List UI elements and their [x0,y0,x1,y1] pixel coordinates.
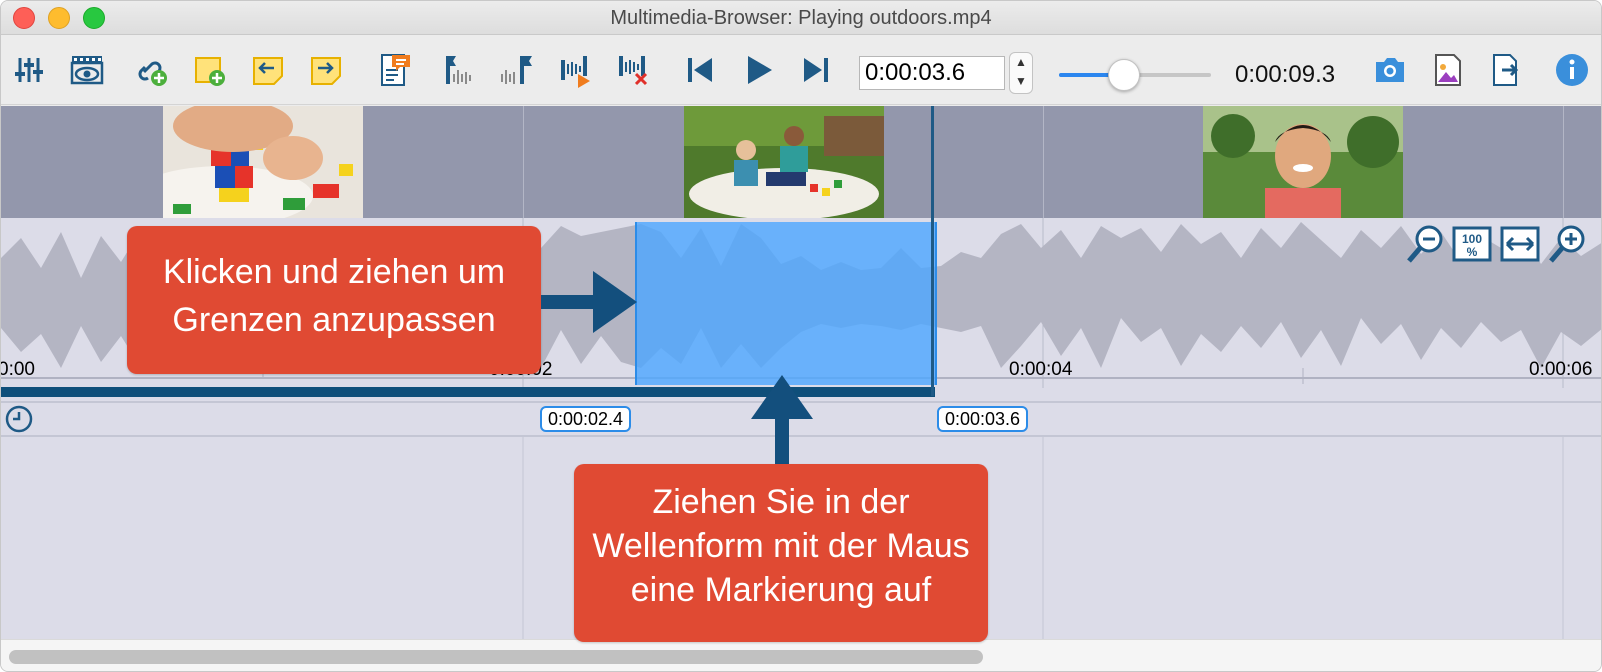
note-left-icon[interactable] [249,51,287,89]
horizontal-scrollbar[interactable] [1,639,1601,671]
add-link-icon[interactable] [133,51,171,89]
arrow-right-icon [541,271,637,333]
duration-label: 0:00:09.3 [1235,61,1336,88]
video-thumbnail [684,106,884,218]
camera-icon[interactable] [1371,51,1409,89]
arrow-up-icon [751,375,813,465]
volume-slider-thumb[interactable] [1108,59,1141,91]
video-thumbnail [163,106,363,218]
volume-slider[interactable] [1059,59,1211,91]
title-bar: Multimedia-Browser: Playing outdoors.mp4 [1,1,1601,35]
info-icon[interactable] [1553,51,1591,89]
document-export-icon[interactable] [1487,51,1525,89]
skip-forward-icon[interactable] [797,51,835,89]
window-title: Multimedia-Browser: Playing outdoors.mp4 [610,7,992,29]
waveform-selection[interactable] [635,222,937,385]
time-tick-label: 0:00:04 [1009,359,1073,380]
toolbar: ▲ ▼ 0:00:09.3 [1,35,1601,105]
callout-adjust-boundaries: Klicken und ziehen um Grenzen anzupassen [127,226,541,374]
zoom-in-icon[interactable] [1547,223,1589,265]
start-marker-label[interactable]: 0:00:02.4 [540,406,632,432]
delete-selection-icon[interactable] [615,51,653,89]
playhead[interactable] [931,106,934,396]
set-end-marker-icon[interactable] [497,51,535,89]
chevron-up-icon[interactable]: ▲ [1010,53,1032,72]
callout-line: Ziehen Sie in der [652,483,910,521]
settings-sliders-icon[interactable] [10,51,48,89]
time-tick-label: 0:00 [0,359,35,380]
grid-line [1043,106,1044,218]
svg-text:%: % [1467,245,1478,259]
time-tick-label: 0:00:06 [1529,359,1593,380]
video-thumbnail [1203,106,1403,218]
set-start-marker-icon[interactable] [439,51,477,89]
grid-line [1563,106,1564,218]
end-marker-label[interactable]: 0:00:03.6 [937,406,1029,432]
clock-icon [5,405,33,433]
comment-icon[interactable] [377,51,415,89]
callout-drag-waveform: Ziehen Sie in der Wellenform mit der Mau… [574,464,988,642]
skip-back-icon[interactable] [681,51,719,89]
add-note-icon[interactable] [191,51,229,89]
time-stepper[interactable]: ▲ ▼ [1009,52,1033,94]
callout-line: Grenzen anzupassen [172,301,496,339]
callout-line: Wellenform mit der Maus [592,527,970,565]
chevron-down-icon[interactable]: ▼ [1010,72,1032,91]
play-selection-icon[interactable] [557,51,595,89]
grid-line [523,106,524,218]
zoom-out-icon[interactable] [1405,223,1447,265]
svg-text:100: 100 [1462,232,1482,246]
play-icon[interactable] [739,51,777,89]
fit-width-icon[interactable] [1499,223,1541,265]
thumbnail-strip[interactable] [1,106,1601,218]
video-view-icon[interactable] [68,51,106,89]
zoom-100-icon[interactable]: 100% [1451,223,1493,265]
current-time-field[interactable] [859,56,1005,90]
image-export-icon[interactable] [1429,51,1467,89]
note-right-icon[interactable] [307,51,345,89]
callout-line: eine Markierung auf [630,571,932,609]
scrollbar-thumb[interactable] [9,650,983,664]
multimedia-browser-window: Multimedia-Browser: Playing outdoors.mp4 [0,0,1602,672]
callout-line: Klicken und ziehen um [162,253,506,291]
